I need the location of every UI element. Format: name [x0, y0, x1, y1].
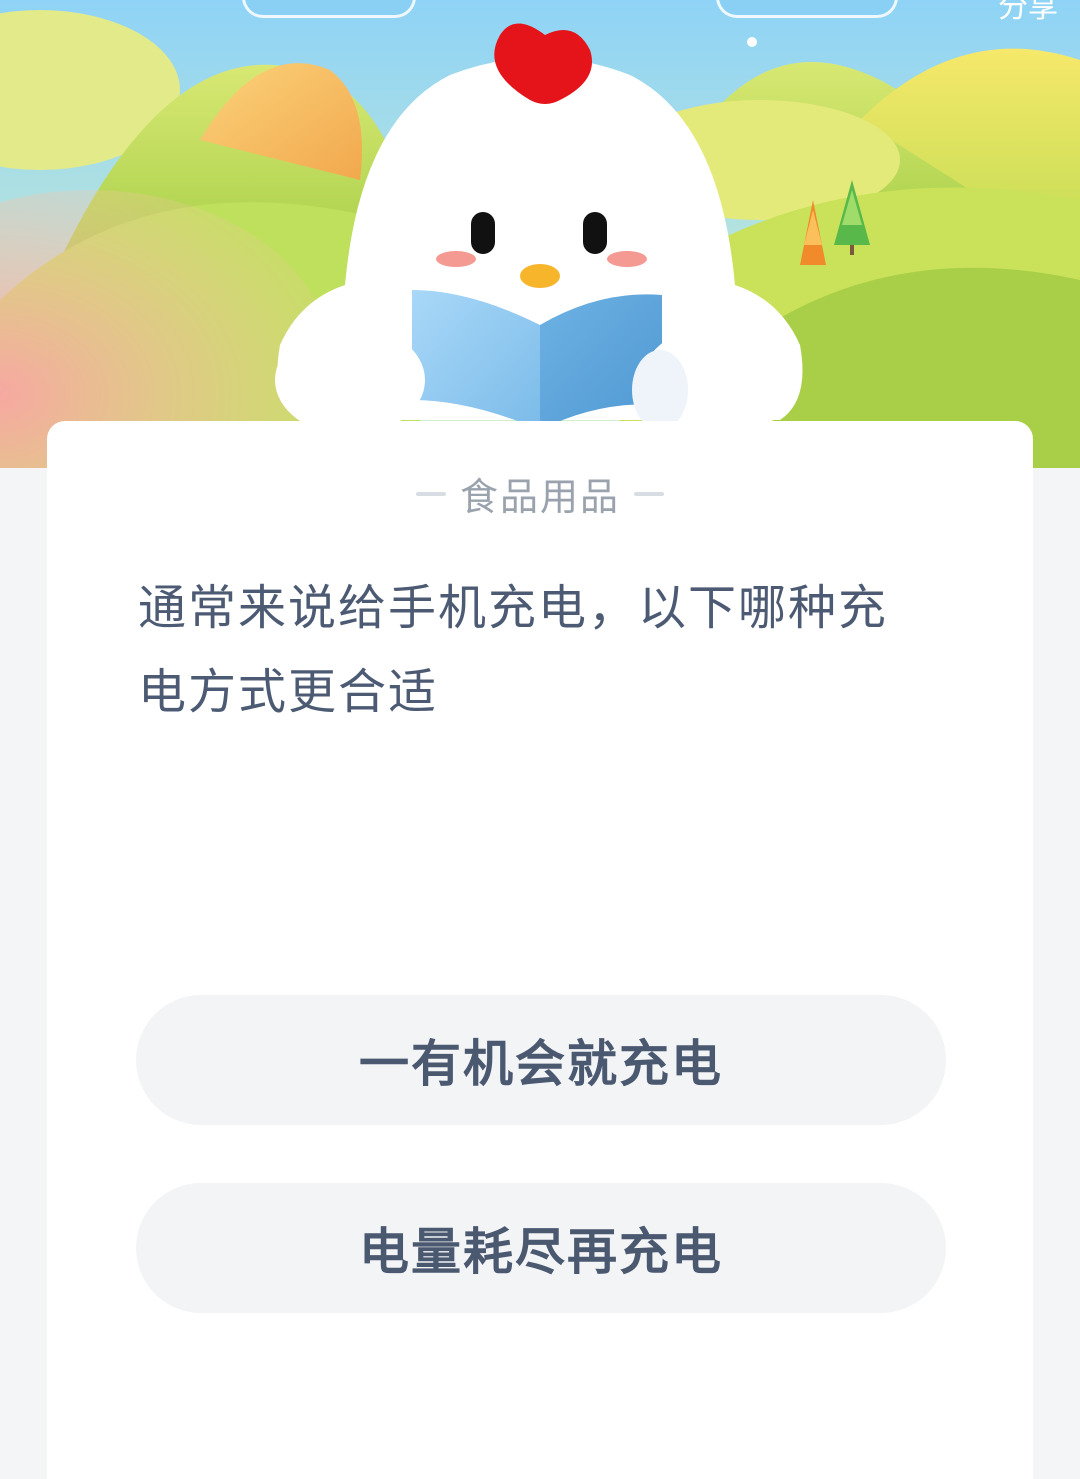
question-text: 通常来说给手机充电，以下哪种充电方式更合适: [138, 580, 889, 720]
divider-right: [634, 491, 664, 496]
category-label: 食品用品: [459, 475, 620, 519]
hills-scenery: [0, 0, 1080, 468]
answer-option-2[interactable]: 电量耗尽再充电: [136, 1183, 946, 1313]
top-left-pill[interactable]: [242, 0, 416, 18]
share-link[interactable]: 分享: [998, 0, 1058, 26]
category-header: 食品用品: [0, 466, 1080, 521]
quiz-page: 分享 食品用品 通常来说给手机充电，以下哪种充电方式更合适 一有机会就充电 电量…: [0, 0, 1080, 1479]
hero-illustration: 分享: [0, 0, 1080, 468]
top-right-pill[interactable]: [716, 0, 898, 18]
divider-left: [415, 491, 446, 496]
answer-option-1[interactable]: 一有机会就充电: [136, 995, 946, 1125]
